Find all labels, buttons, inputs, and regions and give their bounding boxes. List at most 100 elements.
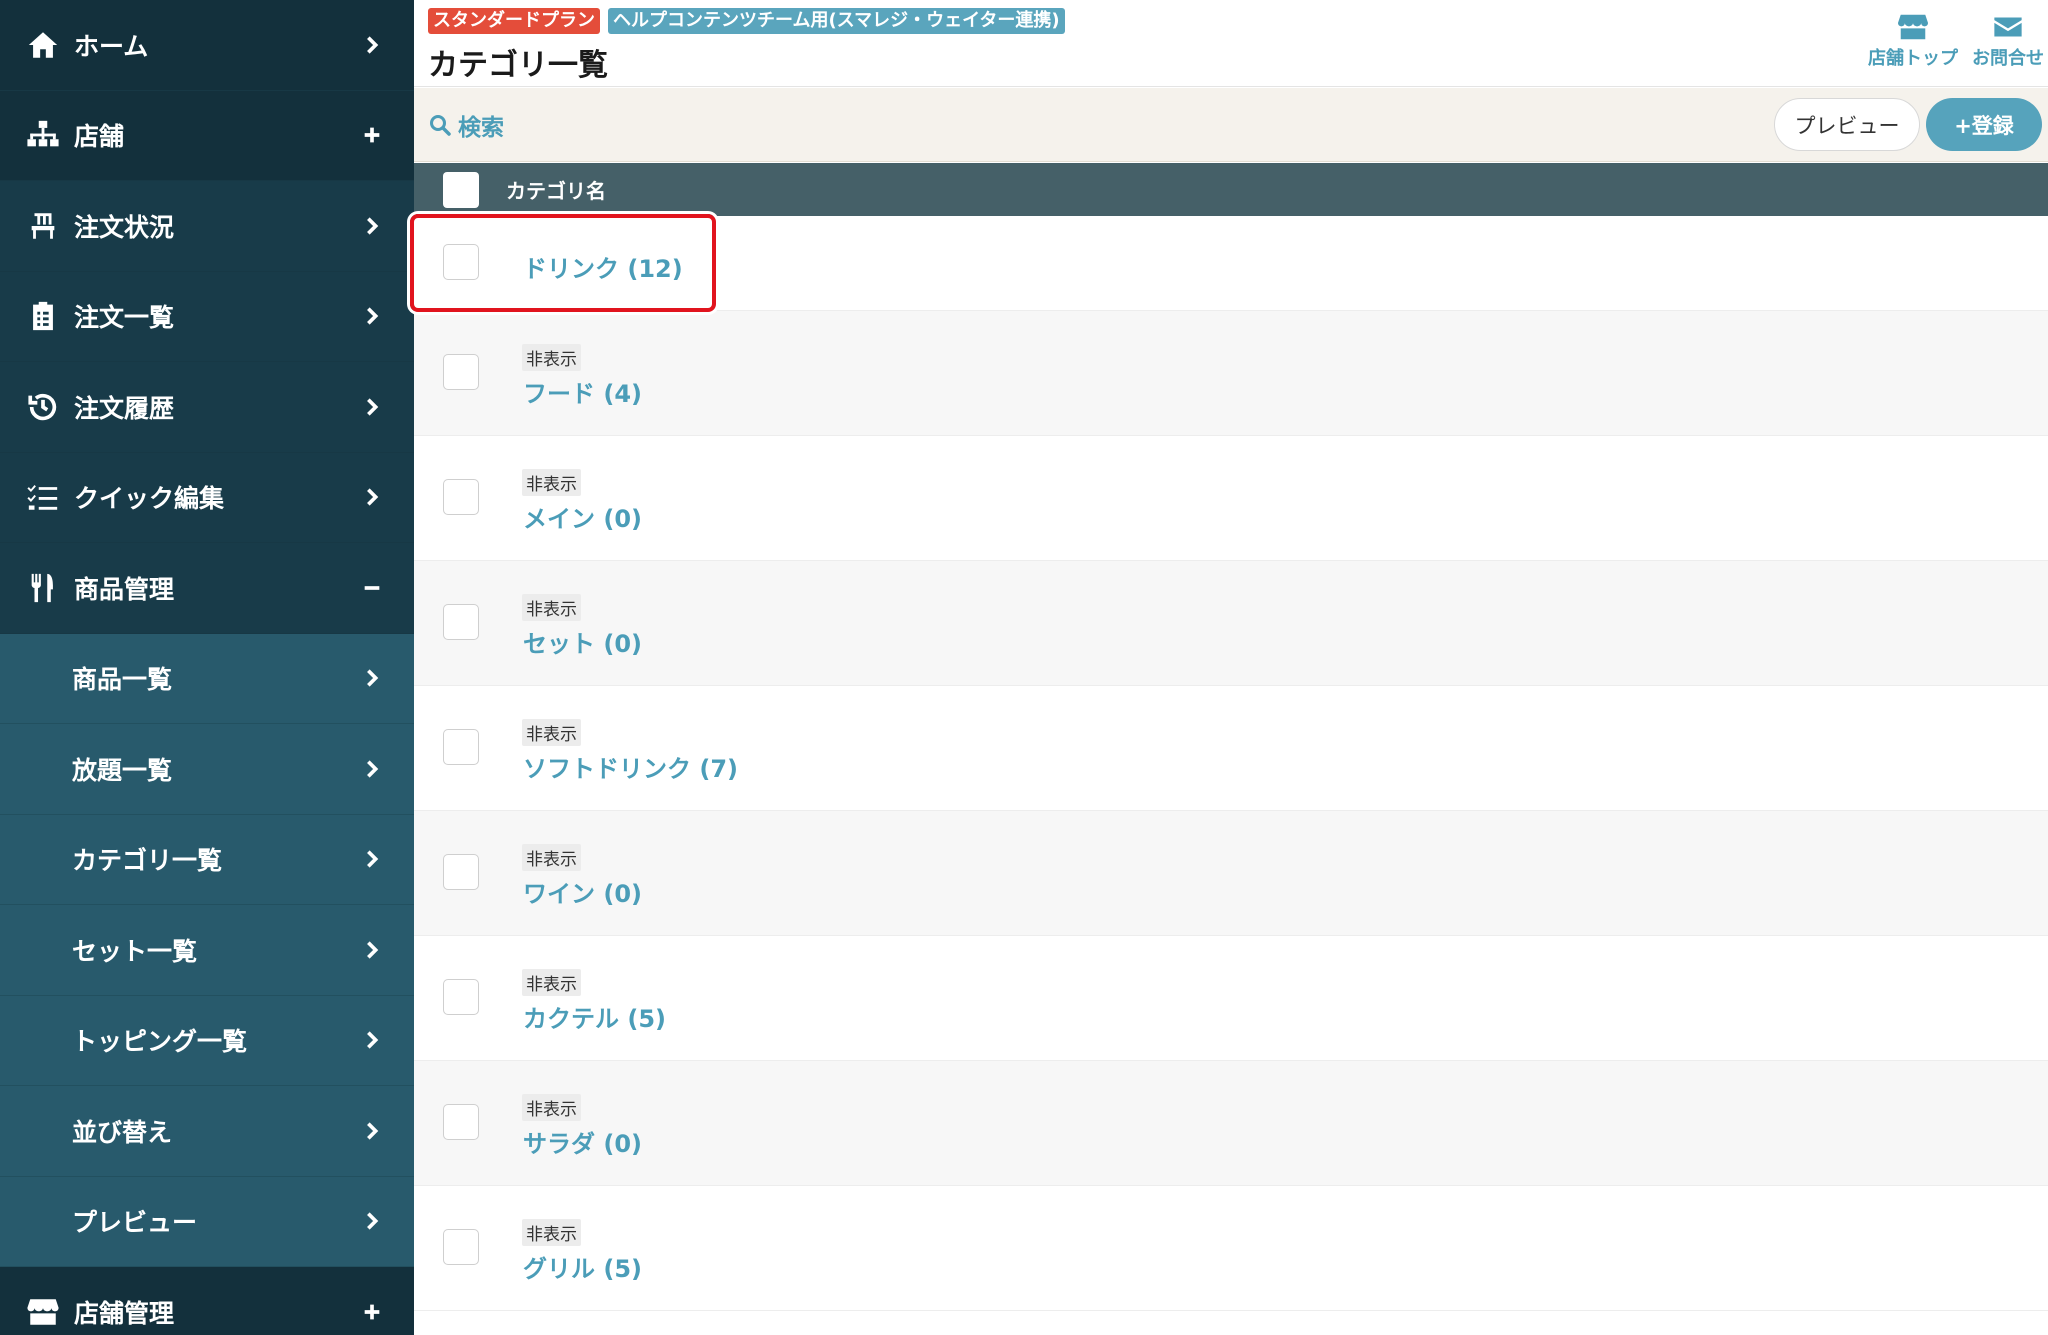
chevron-right-icon xyxy=(352,839,392,879)
sidebar-item-label: 注文履歴 xyxy=(74,393,175,423)
category-name-link[interactable]: フード (4) xyxy=(523,374,642,409)
sidebar-subitem-label: カテゴリ一覧 xyxy=(72,846,223,876)
chevron-right-icon xyxy=(352,1201,392,1241)
search-label: 検索 xyxy=(458,115,504,141)
sidebar-subitem-label: プレビュー xyxy=(72,1208,198,1238)
sidebar-item-label: 商品管理 xyxy=(74,574,175,604)
row-checkbox[interactable] xyxy=(443,479,479,515)
sidebar-subitem-label: トッピング一覧 xyxy=(72,1027,248,1057)
sidebar-subitem-label: 商品一覧 xyxy=(72,665,173,695)
chevron-right-icon xyxy=(352,25,392,65)
sidebar-subitem-all-you-can-list[interactable]: 放題一覧 xyxy=(0,724,414,815)
plus-icon xyxy=(352,1292,392,1332)
sidebar-item-label: 店舗 xyxy=(74,122,125,152)
category-name-link[interactable]: ワイン (0) xyxy=(523,874,642,909)
preview-button[interactable]: プレビュー xyxy=(1774,98,1920,151)
header-links: 店舗トップ お問合せ xyxy=(1868,12,2044,70)
sidebar-item-label: クイック編集 xyxy=(74,484,225,514)
category-name-link[interactable]: カクテル (5) xyxy=(523,999,666,1034)
category-name-link[interactable]: サラダ (0) xyxy=(523,1124,642,1159)
chevron-right-icon xyxy=(352,296,392,336)
hidden-tag: 非表示 xyxy=(522,1219,581,1246)
category-name-link[interactable]: ソフトドリンク (7) xyxy=(523,749,738,784)
table-row: ドリンク (12) xyxy=(414,216,2048,311)
sidebar-item-order-history[interactable]: 注文履歴 xyxy=(0,362,414,453)
sidebar: ホーム 店舗 注文状況 注文一覧 注文履歴 クイック編集 商品管理 商品一覧 放… xyxy=(0,0,414,1335)
page-header: スタンダードプラン ヘルプコンテンツチーム用(スマレジ・ウェイター連携) カテゴ… xyxy=(414,0,2048,87)
sidebar-subitem-label: セット一覧 xyxy=(72,936,198,966)
sidebar-item-label: ホーム xyxy=(74,31,149,61)
store-top-link[interactable]: 店舗トップ xyxy=(1868,12,1958,70)
sidebar-item-quick-edit[interactable]: クイック編集 xyxy=(0,452,414,543)
select-all-checkbox[interactable] xyxy=(443,171,479,208)
register-button[interactable]: +登録 xyxy=(1926,98,2042,151)
sidebar-subitem-topping-list[interactable]: トッピング一覧 xyxy=(0,995,414,1086)
table-row: 非表示 グリル (5) xyxy=(414,1186,2048,1311)
row-checkbox[interactable] xyxy=(443,979,479,1015)
chevron-right-icon xyxy=(352,477,392,517)
badges: スタンダードプラン ヘルプコンテンツチーム用(スマレジ・ウェイター連携) xyxy=(428,8,1065,34)
category-name-link[interactable]: ドリンク (12) xyxy=(523,249,683,284)
row-checkbox[interactable] xyxy=(443,1104,479,1140)
table-row: 非表示 サラダ (0) xyxy=(414,1061,2048,1186)
sidebar-item-order-list[interactable]: 注文一覧 xyxy=(0,271,414,362)
sidebar-subitem-preview[interactable]: プレビュー xyxy=(0,1176,414,1267)
sidebar-item-label: 注文一覧 xyxy=(74,303,175,333)
sidebar-subitem-label: 放題一覧 xyxy=(72,755,173,785)
search-bar: 検索 プレビュー +登録 xyxy=(414,88,2048,162)
sidebar-item-home[interactable]: ホーム xyxy=(0,0,414,91)
search-icon xyxy=(430,115,451,136)
shop-icon xyxy=(1898,14,1928,40)
chevron-right-icon xyxy=(352,1020,392,1060)
plan-badge: スタンダードプラン xyxy=(428,8,600,34)
page-title: カテゴリ一覧 xyxy=(428,48,608,83)
sidebar-subitem-sort[interactable]: 並び替え xyxy=(0,1086,414,1177)
store-top-label: 店舗トップ xyxy=(1868,48,1958,69)
home-icon xyxy=(22,24,64,66)
history-icon xyxy=(22,386,64,428)
hidden-tag: 非表示 xyxy=(522,344,581,371)
utensils-icon xyxy=(22,567,64,609)
hidden-tag: 非表示 xyxy=(522,594,581,621)
sidebar-subitem-category-list[interactable]: カテゴリ一覧 xyxy=(0,814,414,905)
category-name-link[interactable]: メイン (0) xyxy=(523,499,642,534)
table-row: 非表示 カクテル (5) xyxy=(414,936,2048,1061)
sidebar-item-product-management[interactable]: 商品管理 xyxy=(0,543,414,634)
hidden-tag: 非表示 xyxy=(522,844,581,871)
store-tree-icon xyxy=(22,114,64,156)
shop-icon xyxy=(22,1291,64,1333)
row-checkbox[interactable] xyxy=(443,729,479,765)
table-row: 非表示 フード (4) xyxy=(414,311,2048,436)
chevron-right-icon xyxy=(352,387,392,427)
table-row: 非表示 メイン (0) xyxy=(414,436,2048,561)
sidebar-item-store[interactable]: 店舗 xyxy=(0,90,414,181)
category-list: ドリンク (12) 非表示 フード (4) 非表示 メイン (0) 非表示 セッ… xyxy=(414,216,2048,1311)
sidebar-item-label: 注文状況 xyxy=(74,212,175,242)
sidebar-subitem-set-list[interactable]: セット一覧 xyxy=(0,905,414,996)
team-badge: ヘルプコンテンツチーム用(スマレジ・ウェイター連携) xyxy=(608,8,1065,34)
clipboard-icon xyxy=(22,295,64,337)
sidebar-item-store-management[interactable]: 店舗管理 xyxy=(0,1267,414,1335)
category-name-link[interactable]: セット (0) xyxy=(523,624,642,659)
chair-icon xyxy=(22,205,64,247)
chevron-right-icon xyxy=(352,930,392,970)
row-checkbox[interactable] xyxy=(443,244,479,280)
row-checkbox[interactable] xyxy=(443,854,479,890)
search-toggle[interactable]: 検索 xyxy=(428,108,504,142)
chevron-right-icon xyxy=(352,1111,392,1151)
row-checkbox[interactable] xyxy=(443,604,479,640)
chevron-right-icon xyxy=(352,658,392,698)
list-check-icon xyxy=(22,476,64,518)
envelope-icon xyxy=(1994,17,2022,37)
category-name-link[interactable]: グリル (5) xyxy=(523,1249,642,1284)
row-checkbox[interactable] xyxy=(443,354,479,390)
table-row: 非表示 セット (0) xyxy=(414,561,2048,686)
hidden-tag: 非表示 xyxy=(522,469,581,496)
minus-icon xyxy=(352,568,392,608)
sidebar-subitem-product-list[interactable]: 商品一覧 xyxy=(0,633,414,724)
contact-link[interactable]: お問合せ xyxy=(1972,12,2044,70)
sidebar-item-order-status[interactable]: 注文状況 xyxy=(0,181,414,272)
row-checkbox[interactable] xyxy=(443,1229,479,1265)
sidebar-subitem-label: 並び替え xyxy=(72,1117,173,1147)
hidden-tag: 非表示 xyxy=(522,969,581,996)
